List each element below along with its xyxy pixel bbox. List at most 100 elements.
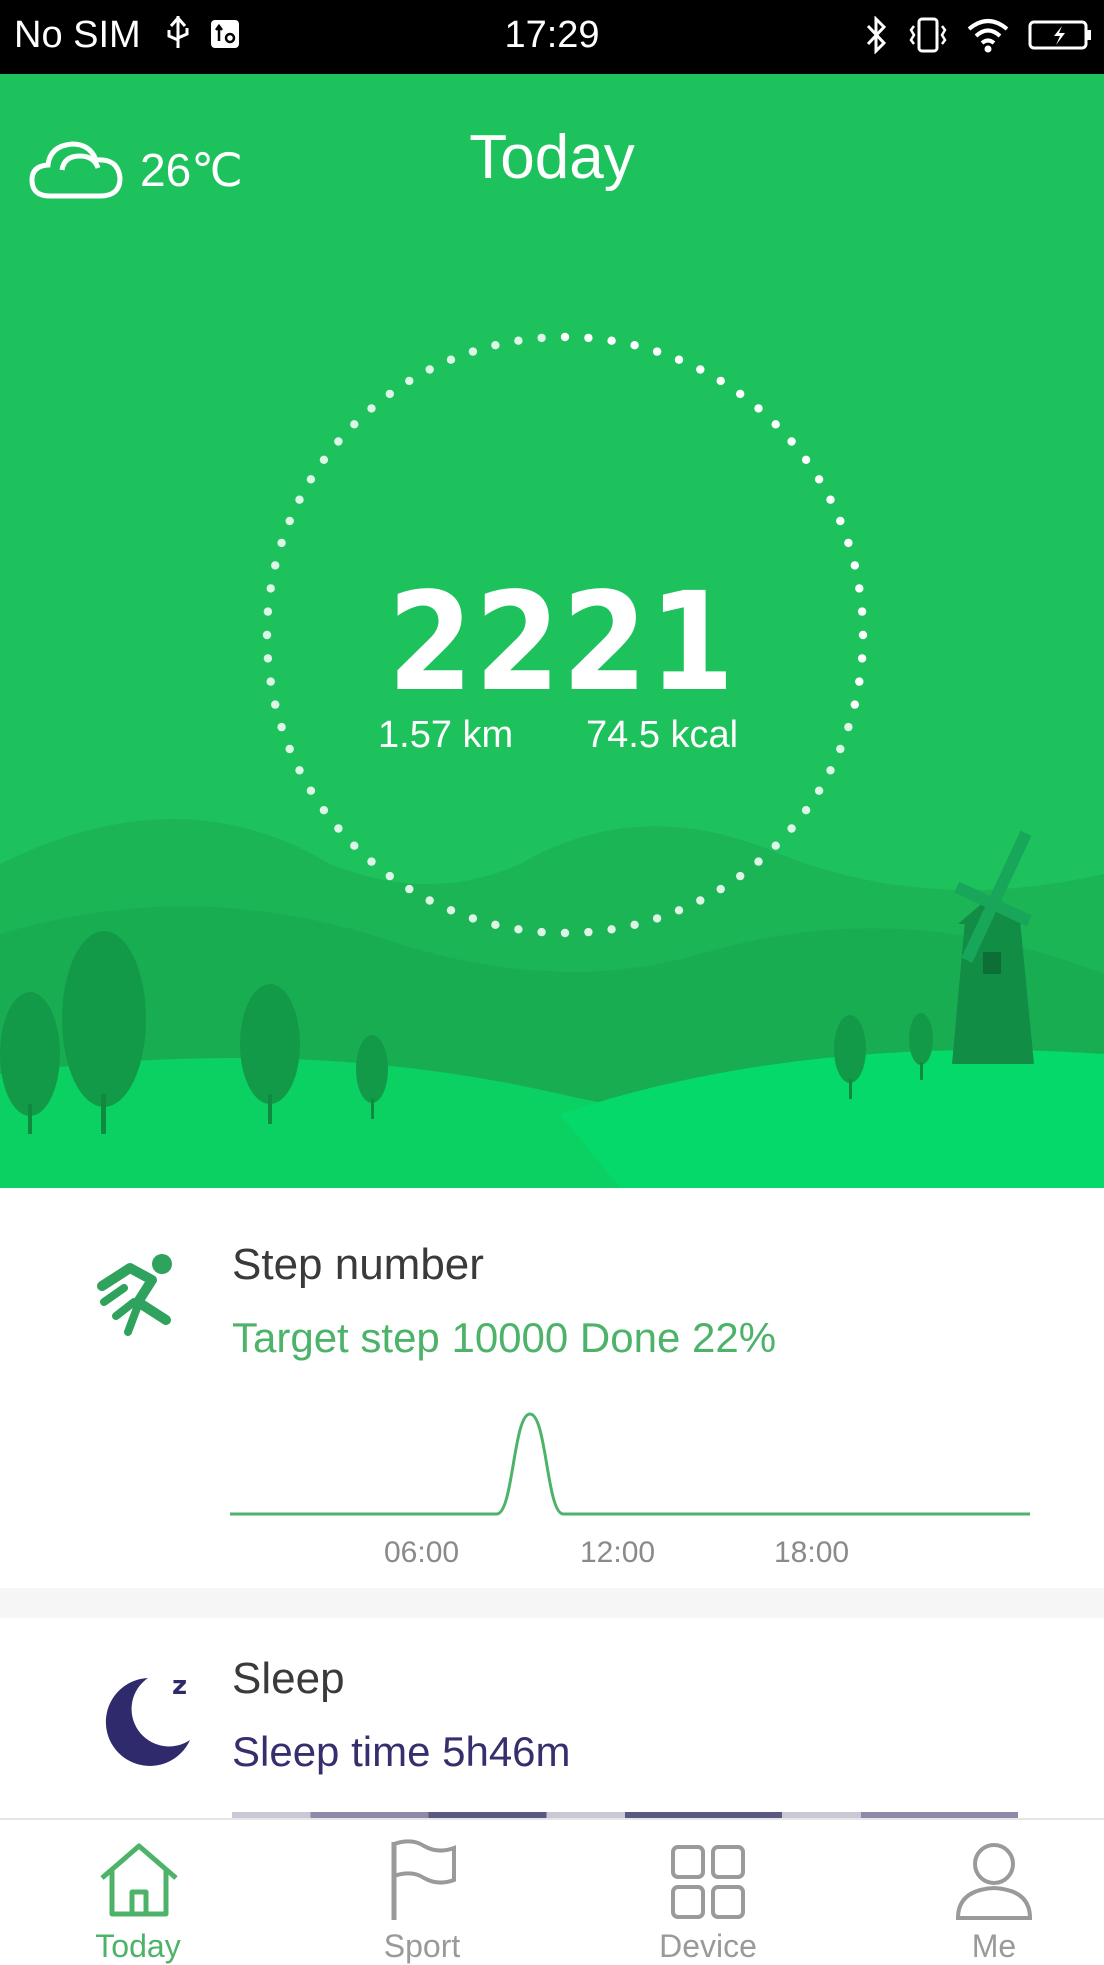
ring-dot: [350, 841, 359, 850]
ring-dot: [367, 857, 376, 866]
ring-dot: [295, 766, 304, 775]
page-title: Today: [469, 123, 635, 192]
sleep-card[interactable]: z Sleep Sleep time 5h46m: [22, 1618, 1104, 1818]
ring-dot: [295, 495, 304, 504]
ring-dot: [844, 722, 853, 732]
hero-panel: 26℃ Today 2221 1.57 km 74.5 kcal: [0, 74, 1104, 1188]
tab-device[interactable]: Device: [608, 1820, 808, 1964]
status-icons: [864, 15, 1092, 59]
ring-dot: [319, 455, 329, 464]
ring-dot: [468, 347, 478, 356]
ring-dot: [560, 332, 570, 342]
ring-dot: [350, 420, 359, 429]
ring-dot: [537, 333, 546, 343]
ring-dot: [584, 333, 593, 343]
ring-dot: [334, 437, 343, 446]
ring-dot: [787, 824, 796, 833]
ring-dot: [826, 766, 835, 775]
ring-dot: [716, 376, 725, 386]
ring-dot: [491, 341, 500, 350]
svg-text:z: z: [172, 1671, 187, 1701]
ring-dot: [771, 841, 780, 850]
bluetooth-icon: [864, 15, 890, 59]
ring-dot: [446, 906, 456, 915]
ring-dot: [425, 365, 434, 374]
ring-dot: [826, 495, 835, 504]
tab-label: Device: [659, 1928, 757, 1964]
ring-dot: [736, 871, 745, 881]
ring-dot: [754, 404, 763, 413]
ring-dot: [514, 336, 523, 345]
ring-dot: [385, 389, 394, 399]
ring-dot: [607, 336, 616, 345]
battery-icon: [1028, 19, 1092, 56]
ring-dot: [674, 355, 684, 364]
sleep-card-subtitle: Sleep time 5h46m: [232, 1728, 571, 1775]
tab-me[interactable]: Me: [894, 1820, 1094, 1964]
ring-dot: [630, 341, 639, 350]
ring-dot: [836, 516, 845, 526]
ring-dot: [814, 475, 824, 484]
ring-dot: [319, 806, 329, 815]
moon-sleep-icon: z: [90, 1660, 200, 1775]
chart-tick-label: 06:00: [384, 1536, 460, 1569]
vibrate-icon: [908, 16, 948, 59]
step-card-subtitle: Target step 10000 Done 22%: [232, 1314, 777, 1361]
ring-dot: [537, 927, 546, 937]
ring-dot: [334, 824, 343, 833]
ring-dot: [468, 914, 478, 923]
step-count: 2221: [387, 564, 737, 722]
ring-dot: [814, 786, 824, 795]
ring-dot: [652, 914, 662, 923]
running-person-icon: [94, 1250, 190, 1345]
ring-dot: [306, 475, 316, 484]
ring-dot: [771, 420, 780, 429]
ring-dot: [754, 857, 763, 866]
distance-value: 1.57 km: [378, 714, 514, 756]
step-card-title: Step number: [232, 1240, 484, 1289]
ring-dot: [285, 516, 294, 526]
ring-dot: [367, 404, 376, 413]
person-icon: [954, 1840, 1034, 1925]
ring-dot: [306, 786, 316, 795]
bottom-tab-bar: Today Sport Device Me: [0, 1818, 1104, 1964]
tab-label: Sport: [383, 1928, 461, 1964]
step-series-line: [230, 1412, 1030, 1516]
ring-dot: [844, 538, 853, 548]
ring-dot: [277, 538, 286, 548]
ring-dot: [425, 896, 434, 905]
step-chart: [230, 1412, 1030, 1516]
card-divider: [0, 1588, 1104, 1618]
ring-dot: [405, 376, 414, 386]
tab-today[interactable]: Today: [38, 1820, 238, 1964]
ring-dot: [285, 744, 294, 754]
ring-dot: [696, 365, 705, 374]
ring-dot: [405, 884, 414, 894]
flag-icon: [388, 1838, 460, 1927]
ring-dot: [560, 928, 570, 938]
ring-dot: [514, 925, 523, 934]
ring-dot: [801, 806, 811, 815]
ring-dot: [630, 920, 639, 929]
step-card[interactable]: Step number Target step 10000 Done 22% 0…: [22, 1188, 1104, 1588]
tab-sport[interactable]: Sport: [322, 1820, 522, 1964]
status-bar: No SIM 17:29: [0, 0, 1104, 74]
ring-dot: [491, 920, 500, 929]
ring-dot: [736, 389, 745, 399]
chart-tick-label: 18:00: [774, 1536, 850, 1569]
calories-value: 74.5 kcal: [586, 714, 739, 756]
ring-dot: [696, 896, 705, 905]
home-icon: [96, 1840, 182, 1923]
chart-tick-label: 12:00: [580, 1536, 656, 1569]
ring-dot: [674, 906, 684, 915]
ring-dot: [446, 355, 456, 364]
ring-dot: [716, 884, 725, 894]
ring-dot: [607, 925, 616, 934]
ring-dot: [801, 455, 811, 464]
tab-label: Me: [971, 1928, 1017, 1964]
grid-icon: [670, 1844, 746, 1925]
ring-dot: [385, 871, 394, 881]
ring-dot: [584, 927, 593, 937]
ring-dot: [787, 437, 796, 446]
tab-label: Today: [95, 1928, 181, 1964]
